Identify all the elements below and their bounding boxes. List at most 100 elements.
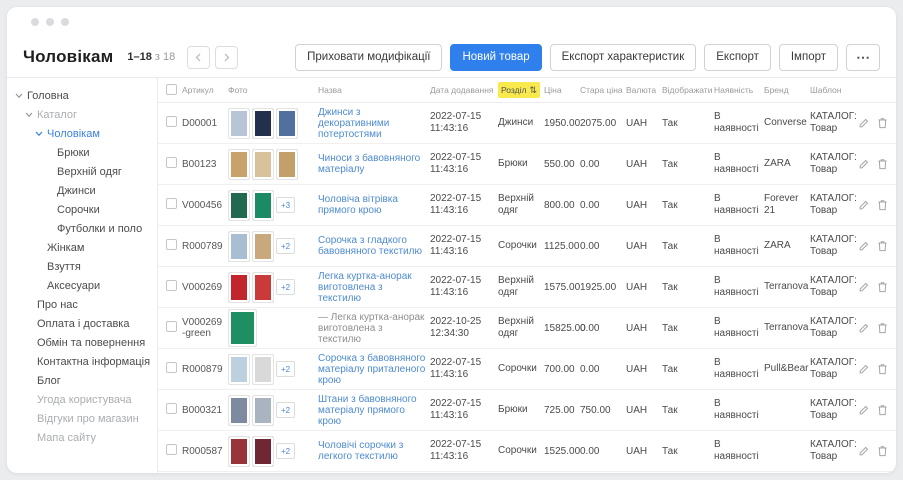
sidebar-item[interactable]: Аксесуари: [7, 276, 157, 295]
row-checkbox[interactable]: [166, 362, 177, 373]
sidebar-item[interactable]: Футболки и поло: [7, 219, 157, 238]
product-photo[interactable]: [228, 436, 250, 467]
product-name-link[interactable]: Чоловічі сорочки з легкого текстилю: [318, 440, 403, 462]
sidebar-item[interactable]: Головна: [7, 86, 157, 105]
sidebar-item[interactable]: Оплата і доставка: [7, 314, 157, 333]
product-photo[interactable]: [252, 190, 274, 221]
product-photo[interactable]: [228, 231, 250, 262]
export-characteristics-button[interactable]: Експорт характеристик: [550, 44, 697, 71]
column-header-display[interactable]: Відображати: [662, 85, 714, 95]
product-name-link[interactable]: Чоловіча вітрівка прямого крою: [318, 194, 398, 216]
product-photo[interactable]: [228, 395, 250, 426]
sidebar-item[interactable]: Жінкам: [7, 238, 157, 257]
select-all-checkbox[interactable]: [166, 84, 177, 95]
product-photo[interactable]: [228, 354, 250, 385]
sidebar-item[interactable]: Верхній одяг: [7, 162, 157, 181]
sidebar-item[interactable]: Про нас: [7, 295, 157, 314]
more-photos-badge[interactable]: +2: [276, 443, 295, 459]
sidebar-item[interactable]: Відгуки про магазин: [7, 409, 157, 428]
new-product-button[interactable]: Новий товар: [450, 44, 541, 71]
column-header-old-price[interactable]: Стара ціна: [580, 85, 626, 95]
product-photo[interactable]: [228, 309, 257, 347]
edit-button[interactable]: [858, 199, 870, 211]
delete-button[interactable]: [877, 363, 888, 375]
sidebar-item[interactable]: Каталог: [7, 105, 157, 124]
delete-button[interactable]: [877, 199, 888, 211]
product-photo[interactable]: [252, 272, 274, 303]
next-page-button[interactable]: [215, 46, 238, 69]
delete-button[interactable]: [877, 445, 888, 457]
sidebar-item[interactable]: Джинси: [7, 181, 157, 200]
column-header-name[interactable]: Назва: [318, 85, 430, 96]
more-photos-badge[interactable]: +2: [276, 238, 295, 254]
product-photo[interactable]: [228, 108, 250, 139]
prev-page-button[interactable]: [187, 46, 210, 69]
more-photos-badge[interactable]: +2: [276, 402, 295, 418]
row-checkbox[interactable]: [166, 444, 177, 455]
hide-modifications-button[interactable]: Приховати модифікації: [295, 44, 442, 71]
edit-button[interactable]: [858, 363, 870, 375]
delete-button[interactable]: [877, 158, 888, 170]
edit-button[interactable]: [858, 404, 870, 416]
window-control-maximize[interactable]: [61, 18, 69, 26]
delete-button[interactable]: [877, 322, 888, 334]
more-actions-button[interactable]: ⋯: [846, 44, 880, 71]
product-photo[interactable]: [228, 149, 250, 180]
edit-button[interactable]: [858, 281, 870, 293]
sidebar-item[interactable]: Обмін та повернення: [7, 333, 157, 352]
product-name-link[interactable]: Сорочка з бавовняного матеріалу притален…: [318, 353, 425, 386]
sidebar-item[interactable]: Контактна інформація: [7, 352, 157, 371]
product-name-link[interactable]: Штани з бавовняного матеріалу прямого кр…: [318, 394, 417, 427]
product-name-link[interactable]: — Легка куртка-анорак виготовлена з текс…: [318, 312, 424, 345]
row-checkbox[interactable]: [166, 280, 177, 291]
more-photos-badge[interactable]: +3: [276, 197, 295, 213]
product-photo[interactable]: [276, 108, 298, 139]
sidebar-item[interactable]: Мапа сайту: [7, 428, 157, 447]
product-photo[interactable]: [252, 354, 274, 385]
more-photos-badge[interactable]: +2: [276, 361, 295, 377]
delete-button[interactable]: [877, 240, 888, 252]
row-checkbox[interactable]: [166, 321, 177, 332]
row-checkbox[interactable]: [166, 198, 177, 209]
column-header-template[interactable]: Шаблон: [810, 84, 858, 96]
column-header-availability[interactable]: Наявність: [714, 84, 764, 96]
product-photo[interactable]: [252, 108, 274, 139]
column-header-date-added[interactable]: Дата додавання: [430, 84, 498, 96]
sorted-column-highlight[interactable]: Розділ ⇅: [498, 82, 540, 98]
column-header-price[interactable]: Ціна: [544, 85, 580, 95]
edit-button[interactable]: [858, 322, 870, 334]
row-checkbox[interactable]: [166, 239, 177, 250]
column-header-currency[interactable]: Валюта: [626, 85, 662, 95]
edit-button[interactable]: [858, 240, 870, 252]
product-photo[interactable]: [228, 190, 250, 221]
window-control-minimize[interactable]: [46, 18, 54, 26]
edit-button[interactable]: [858, 445, 870, 457]
more-photos-badge[interactable]: +2: [276, 279, 295, 295]
window-control-close[interactable]: [31, 18, 39, 26]
edit-button[interactable]: [858, 158, 870, 170]
product-photo[interactable]: [252, 231, 274, 262]
sidebar-item[interactable]: Блог: [7, 371, 157, 390]
product-photo[interactable]: [228, 272, 250, 303]
sidebar-item[interactable]: Сорочки: [7, 200, 157, 219]
column-header-brand[interactable]: Бренд: [764, 84, 810, 96]
delete-button[interactable]: [877, 281, 888, 293]
sidebar-item[interactable]: Угода користувача: [7, 390, 157, 409]
product-name-link[interactable]: Джинси з декоративними потертостями: [318, 107, 389, 140]
row-checkbox[interactable]: [166, 403, 177, 414]
delete-button[interactable]: [877, 404, 888, 416]
product-name-link[interactable]: Легка куртка-анорак виготовлена з тексти…: [318, 271, 412, 304]
product-photo[interactable]: [252, 395, 274, 426]
sidebar-item[interactable]: Взуття: [7, 257, 157, 276]
delete-button[interactable]: [877, 117, 888, 129]
column-header-section[interactable]: Розділ ⇅: [498, 82, 544, 98]
product-name-link[interactable]: Сорочка з гладкого бавовняного текстилю: [318, 235, 422, 257]
row-checkbox[interactable]: [166, 116, 177, 127]
export-button[interactable]: Експорт: [704, 44, 771, 71]
sidebar-item[interactable]: Брюки: [7, 143, 157, 162]
product-photo[interactable]: [252, 149, 274, 180]
edit-button[interactable]: [858, 117, 870, 129]
column-header-sku[interactable]: Артикул: [182, 85, 228, 96]
row-checkbox[interactable]: [166, 157, 177, 168]
product-photo[interactable]: [252, 436, 274, 467]
